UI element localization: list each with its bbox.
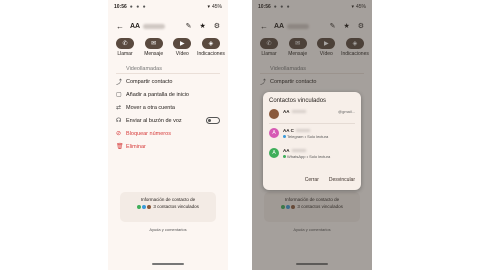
account-name: AA	[283, 109, 290, 114]
menu-item-label: Compartir contacto	[126, 78, 173, 85]
back-arrow-icon[interactable]: ←	[116, 22, 124, 31]
contact-menu: Videollamadas ⤴ Compartir contacto ▢ Aña…	[116, 66, 220, 153]
video-action[interactable]: ▶ Vídeo	[169, 38, 195, 57]
avatar: A	[269, 148, 279, 158]
linked-contacts-dialog: Contactos vinculados AA @gmail... A AA C…	[263, 92, 361, 190]
menu-item-label: Videollamadas	[126, 66, 162, 72]
dialog-title: Contactos vinculados	[269, 98, 327, 104]
message-action[interactable]: ✉ Mensaje	[141, 38, 167, 57]
more-icon[interactable]: ⚙	[214, 22, 220, 30]
whatsapp-icon	[137, 204, 142, 209]
google-icon	[147, 204, 152, 209]
notification-icons: ● ● ●	[129, 4, 147, 10]
menu-item-label: Enviar al buzón de voz	[126, 117, 182, 124]
home-indicator[interactable]	[152, 263, 184, 265]
menu-item-delete[interactable]: 🗑 Eliminar	[116, 140, 220, 153]
menu-item-label: Mover a otra cuenta	[126, 104, 175, 111]
menu-item-voicemail[interactable]: ☊ Enviar al buzón de voz	[116, 114, 220, 127]
voicemail-icon: ☊	[116, 118, 122, 124]
redacted-text	[295, 129, 310, 133]
avatar	[269, 109, 279, 119]
phone-screen-right: 10:56 ● ● ● ▾ 45% ← AA ✎ ★ ⚙ ✆ Llamar ✉ …	[252, 0, 372, 270]
menu-item-label: Bloquear números	[126, 130, 171, 137]
menu-item-block[interactable]: ⊘ Bloquear números	[116, 127, 220, 140]
divider	[269, 123, 355, 124]
account-source: WhatsApp • Solo lectura	[287, 154, 331, 159]
linked-account-google[interactable]: AA @gmail...	[269, 109, 355, 119]
avatar: A	[269, 128, 279, 138]
contact-topbar: ← AA ✎ ★ ⚙	[116, 20, 220, 32]
phone-icon[interactable]: ✆	[116, 38, 134, 49]
voicemail-toggle[interactable]	[206, 117, 220, 124]
contact-name: AA	[130, 22, 141, 30]
unlink-button[interactable]: Desvincular	[329, 177, 355, 183]
menu-item-partial: Videollamadas	[116, 66, 220, 72]
menu-item-home-screen[interactable]: ▢ Añadir a pantalla de inicio	[116, 88, 220, 101]
video-icon[interactable]: ▶	[173, 38, 192, 49]
menu-item-move-account[interactable]: ⇄ Mover a otra cuenta	[116, 101, 220, 114]
action-label: Mensaje	[144, 51, 164, 57]
divider	[116, 73, 220, 74]
directions-icon[interactable]: ◈	[201, 38, 220, 49]
battery-level: 45%	[211, 4, 222, 10]
close-button[interactable]: Cerrar	[305, 177, 319, 183]
linked-info-card[interactable]: Información de contacto de 3 contactos v…	[120, 192, 216, 222]
info-line-1: Información de contacto de	[140, 197, 196, 202]
message-icon[interactable]: ✉	[144, 38, 163, 49]
block-icon: ⊘	[116, 131, 122, 137]
redacted-text	[291, 110, 306, 114]
action-label: Llamar	[117, 51, 133, 57]
menu-item-share[interactable]: ⤴ Compartir contacto	[116, 75, 220, 88]
menu-item-label: Eliminar	[126, 143, 146, 150]
telegram-icon	[142, 204, 147, 209]
whatsapp-icon	[283, 155, 286, 159]
action-label: Indicaciones	[197, 51, 225, 57]
call-action[interactable]: ✆ Llamar	[112, 38, 138, 57]
status-right: ▾ 45%	[207, 4, 222, 10]
redacted-name	[143, 23, 166, 29]
status-bar: 10:56 ● ● ● ▾ 45%	[114, 3, 222, 11]
account-name: AA	[283, 148, 290, 153]
linked-account-whatsapp[interactable]: A AA WhatsApp • Solo lectura	[269, 148, 355, 160]
menu-item-label: Añadir a pantalla de inicio	[126, 91, 189, 98]
account-email: @gmail...	[338, 109, 355, 114]
star-icon[interactable]: ★	[199, 22, 205, 30]
edit-icon[interactable]: ✎	[186, 22, 192, 30]
trash-icon: 🗑	[116, 144, 124, 150]
telegram-icon	[283, 135, 286, 139]
status-time: 10:56	[114, 4, 127, 10]
directions-action[interactable]: ◈ Indicaciones	[197, 38, 225, 57]
move-account-icon: ⇄	[116, 105, 122, 111]
info-line-2: 3 contactos vinculados	[153, 204, 199, 209]
phone-screen-left: 10:56 ● ● ● ▾ 45% ← AA ✎ ★ ⚙ ✆ Llamar ✉ …	[108, 0, 228, 270]
account-name: AA C	[283, 128, 294, 133]
share-icon: ⤴	[116, 80, 123, 86]
account-source: Telegram • Solo lectura	[287, 134, 329, 139]
redacted-text	[291, 149, 306, 153]
wifi-icon: ▾	[207, 4, 210, 10]
quick-actions: ✆ Llamar ✉ Mensaje ▶ Vídeo ◈ Indicacione…	[112, 38, 225, 57]
help-link[interactable]: Ayuda y comentarios	[108, 227, 228, 232]
home-screen-icon: ▢	[116, 92, 122, 98]
action-label: Vídeo	[175, 51, 189, 57]
linked-account-telegram[interactable]: A AA C Telegram • Solo lectura	[269, 128, 355, 140]
